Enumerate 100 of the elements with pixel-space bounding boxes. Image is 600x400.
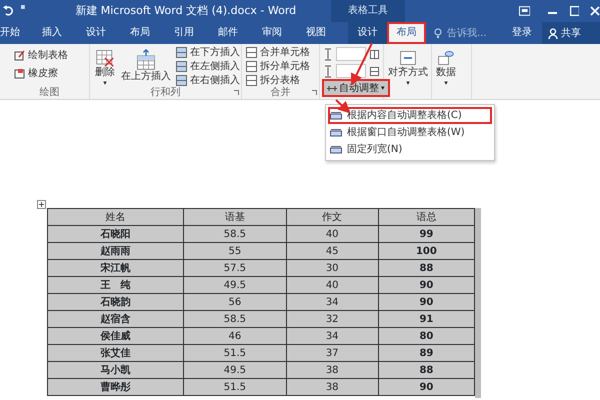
- table-cell: 32: [286, 310, 378, 328]
- table-cell: 赵宿含: [48, 310, 184, 328]
- eraser-icon: [14, 68, 25, 79]
- table-cell: 石晓阳: [48, 226, 184, 242]
- table-cell: 34: [286, 328, 378, 344]
- close-icon[interactable]: [590, 6, 600, 16]
- table-insert-icon: [135, 49, 157, 71]
- table-cell: 91: [378, 310, 474, 328]
- table-cell: 89: [378, 344, 474, 362]
- table-icon: [176, 75, 187, 86]
- table-cell: 57.5: [184, 260, 286, 276]
- data-icon: [437, 49, 455, 67]
- ribbon-tab[interactable]: 布局: [118, 22, 162, 44]
- ribbon-tab[interactable]: 审阅: [250, 22, 294, 44]
- table-cell: 侯佳威: [48, 328, 184, 344]
- header-cell: 作文: [286, 208, 378, 226]
- table-cell: 王 纯: [48, 276, 184, 294]
- table-cell: 51.5: [184, 344, 286, 362]
- undo-icon[interactable]: [3, 4, 14, 18]
- table-cell: 58.5: [184, 226, 286, 242]
- ribbon-display-icon[interactable]: [518, 6, 530, 16]
- ribbon-tab[interactable]: 开始: [0, 22, 30, 44]
- table-cell: 宋江帆: [48, 260, 184, 276]
- table-cell: 99: [378, 226, 474, 242]
- ribbon-tab[interactable]: 布局: [387, 22, 426, 44]
- table-cell: 37: [286, 344, 378, 362]
- autofit-icon: [330, 111, 342, 120]
- size-field[interactable]: [336, 47, 366, 61]
- table-cell: 马小凯: [48, 362, 184, 378]
- table-cell: 88: [378, 362, 474, 378]
- tell-me-field[interactable]: 告诉我...: [445, 24, 505, 42]
- height-icon: [324, 48, 332, 60]
- table-cell: 88: [378, 260, 474, 276]
- distribute-icon: [370, 50, 379, 58]
- sign-in-link[interactable]: 登录: [512, 22, 532, 44]
- table-cell: 56: [184, 294, 286, 310]
- ribbon-tab[interactable]: 视图: [294, 22, 338, 44]
- table-cell: 51.5: [184, 378, 286, 396]
- ribbon-button[interactable]: 在上方插入: [121, 49, 171, 87]
- dialog-launcher-icon[interactable]: [312, 90, 317, 95]
- ribbon-tab[interactable]: 引用: [162, 22, 206, 44]
- table-cell: 40: [286, 276, 378, 294]
- ribbon-tab[interactable]: 插入: [30, 22, 74, 44]
- group-label: 绘图: [40, 87, 60, 99]
- ribbon-tab[interactable]: 邮件: [206, 22, 250, 44]
- table-icon: [176, 47, 187, 58]
- pencil-icon: [14, 50, 25, 61]
- table-icon: [176, 61, 187, 72]
- table-cell: 34: [286, 294, 378, 310]
- table-cell: 46: [184, 328, 286, 344]
- ribbon-button[interactable]: 在左侧插入: [176, 60, 240, 73]
- lightbulb-icon: [434, 28, 442, 38]
- menu-item[interactable]: 固定列宽(N): [328, 141, 492, 158]
- table-cell: 58.5: [184, 310, 286, 328]
- ribbon-button[interactable]: 在下方插入: [176, 46, 240, 59]
- window-title: 新建 Microsoft Word 文档 (4).docx - Word: [75, 2, 298, 19]
- ribbon-tab[interactable]: 设计: [348, 22, 387, 44]
- table-cell: 30: [286, 260, 378, 276]
- table-cell: 石晓韵: [48, 294, 184, 310]
- group-label: 合并: [270, 87, 290, 99]
- ribbon-button[interactable]: 绘制表格: [14, 49, 68, 62]
- table-cell: 38: [286, 362, 378, 378]
- table-icon: [246, 47, 257, 58]
- table-delete-icon: [94, 49, 116, 67]
- ribbon-button[interactable]: 拆分单元格: [246, 60, 310, 73]
- header-cell: 姓名: [48, 208, 184, 226]
- table-cell: 45: [286, 242, 378, 260]
- table-cell: 张艾佳: [48, 344, 184, 362]
- ribbon-button[interactable]: 拆分表格: [246, 74, 310, 87]
- table-cell: 100: [378, 242, 474, 260]
- table-move-handle-icon[interactable]: [37, 200, 46, 209]
- autofit-icon: [327, 84, 337, 92]
- menu-item[interactable]: 根据窗口自动调整表格(W): [328, 124, 492, 141]
- ribbon-button[interactable]: 在右侧插入: [176, 74, 240, 87]
- header-cell: 语基: [184, 208, 286, 226]
- alignment-icon: [399, 49, 417, 67]
- person-icon: [548, 28, 558, 38]
- ribbon-tab[interactable]: 设计: [74, 22, 118, 44]
- autofit-icon: [330, 145, 342, 154]
- ribbon-button[interactable]: 合并单元格: [246, 46, 310, 59]
- table-cell: 40: [286, 226, 378, 242]
- table-cell: 90: [378, 276, 474, 294]
- header-cell: 语总: [378, 208, 474, 226]
- table-icon: [246, 75, 257, 86]
- distribute-icon: [370, 66, 379, 76]
- table-cell: 90: [378, 294, 474, 310]
- autofit-icon: [330, 128, 342, 137]
- table-cell: 90: [378, 378, 474, 396]
- table-cell: 55: [184, 242, 286, 260]
- table-cell: 49.5: [184, 362, 286, 378]
- contextual-tab-title: 表格工具: [330, 0, 405, 22]
- table-cell: 曹晔彤: [48, 378, 184, 396]
- table-icon: [246, 61, 257, 72]
- ribbon-button[interactable]: 橡皮擦: [14, 67, 68, 80]
- share-button[interactable]: 共享: [542, 22, 600, 44]
- maximize-icon[interactable]: [570, 6, 580, 16]
- table-cell: 赵雨雨: [48, 242, 184, 260]
- dialog-launcher-icon[interactable]: [234, 90, 239, 95]
- table-cell: 80: [378, 328, 474, 344]
- width-icon: [324, 64, 332, 78]
